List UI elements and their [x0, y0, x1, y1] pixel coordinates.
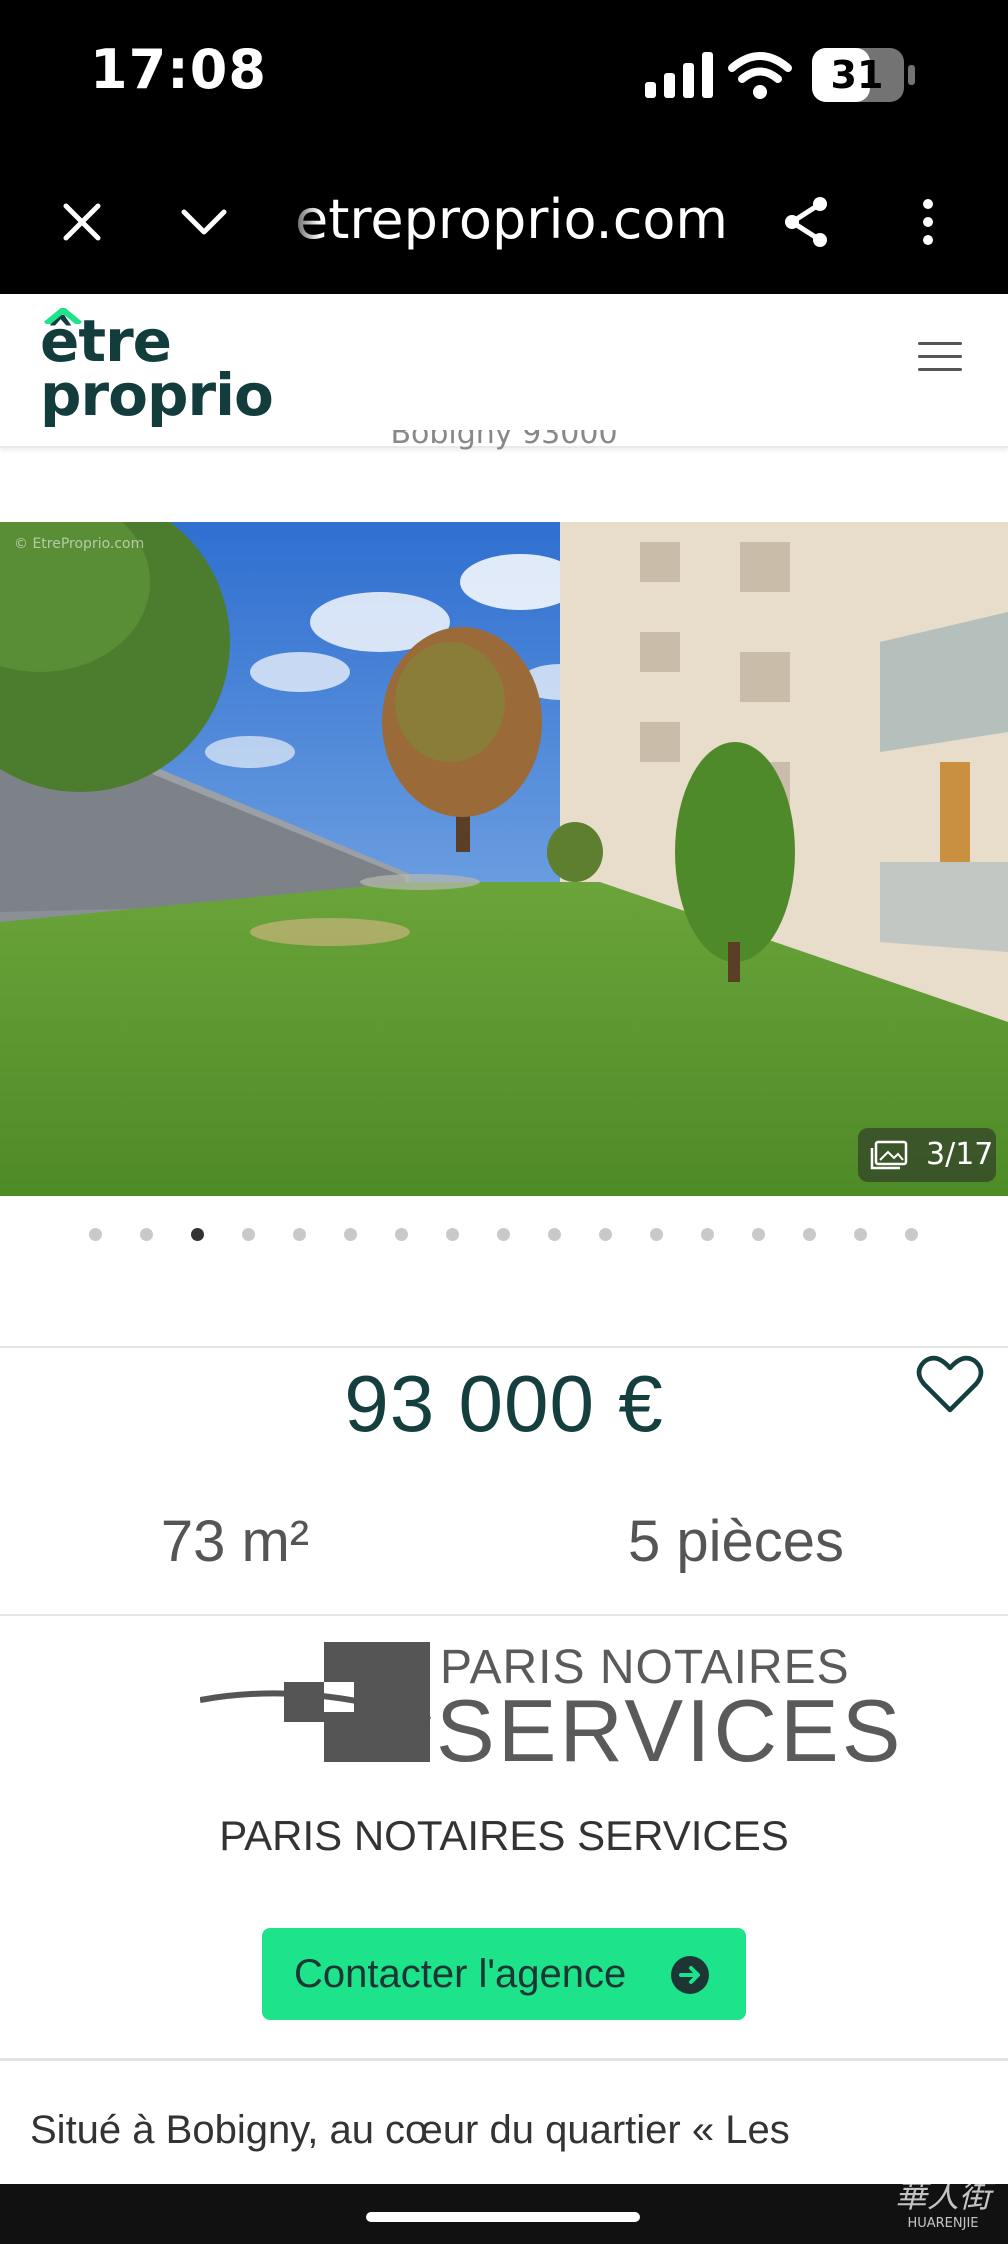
listing-surface: 73 m² [160, 1509, 310, 1574]
menu-icon[interactable] [918, 342, 962, 372]
contact-agency-button[interactable]: Contacter l'agence [262, 1928, 746, 2020]
logo-line-2: proprio [40, 361, 274, 429]
divider [0, 2058, 1008, 2061]
agency-logo-mark [200, 1642, 431, 1762]
corner-watermark: 華人街 HUARENJIE [894, 2177, 991, 2231]
pagination-dot[interactable] [446, 1228, 459, 1241]
agency-logo: PARIS NOTAIRES SERVICES [200, 1640, 900, 1780]
pagination-dot[interactable] [905, 1228, 918, 1241]
home-indicator-area [0, 2184, 1008, 2244]
photo-counter: 3/17 [858, 1128, 996, 1182]
pagination-dot[interactable] [497, 1228, 510, 1241]
status-bar: 17:08 31 [0, 0, 1008, 150]
listing-photo[interactable]: © EtreProprio.com 3/17 [0, 522, 1008, 1196]
location-text: Bobigny 93000 [390, 430, 618, 451]
arrow-right-circle-icon [671, 1956, 709, 1994]
photo-illustration [0, 522, 1008, 1196]
wifi-icon [728, 52, 792, 99]
cellular-signal-icon [645, 52, 713, 98]
pagination-dot[interactable] [242, 1228, 255, 1241]
site-header: être proprio [0, 294, 1008, 448]
logo-accent-icon [44, 308, 82, 324]
listing-description: Situé à Bobigny, au cœur du quartier « L… [30, 2108, 790, 2152]
pagination-dot[interactable] [701, 1228, 714, 1241]
pagination-dot[interactable] [395, 1228, 408, 1241]
listing-price: 93 000 € [344, 1359, 664, 1448]
status-time: 17:08 [90, 38, 267, 101]
pagination-dot[interactable] [548, 1228, 561, 1241]
share-icon[interactable] [774, 190, 838, 254]
divider [0, 1614, 1008, 1616]
agency-name: PARIS NOTAIRES SERVICES [219, 1812, 789, 1859]
battery-icon: 31 [812, 48, 916, 102]
listing-rooms: 5 pièces [627, 1509, 845, 1574]
pagination-dot[interactable] [803, 1228, 816, 1241]
pagination-dot[interactable] [293, 1228, 306, 1241]
site-logo[interactable]: être proprio [40, 308, 274, 429]
pagination-dot[interactable] [650, 1228, 663, 1241]
home-indicator[interactable] [366, 2212, 640, 2222]
divider [0, 1346, 1008, 1348]
pagination-dot[interactable] [344, 1228, 357, 1241]
pagination-dot[interactable] [89, 1228, 102, 1241]
pagination-dot[interactable] [752, 1228, 765, 1241]
close-icon[interactable] [50, 190, 114, 254]
url-field[interactable]: etreproprio.com [295, 188, 728, 251]
favorite-heart-icon[interactable] [916, 1354, 984, 1416]
chevron-down-icon[interactable] [172, 190, 236, 254]
browser-toolbar: etreproprio.com [0, 150, 1008, 294]
agency-logo-line-2: SERVICES [436, 1681, 904, 1780]
photo-watermark: © EtreProprio.com [14, 536, 145, 552]
pagination-dot[interactable] [140, 1228, 153, 1241]
gallery-icon [870, 1140, 908, 1170]
photo-pagination [0, 1228, 1008, 1248]
url-fade [280, 180, 320, 260]
photo-counter-text: 3/17 [926, 1137, 994, 1172]
pagination-dot[interactable] [599, 1228, 612, 1241]
more-options-icon[interactable] [896, 190, 960, 254]
battery-level: 31 [830, 53, 884, 97]
pagination-dot[interactable] [191, 1228, 204, 1241]
pagination-dot[interactable] [854, 1228, 867, 1241]
contact-agency-label: Contacter l'agence [294, 1952, 627, 1996]
